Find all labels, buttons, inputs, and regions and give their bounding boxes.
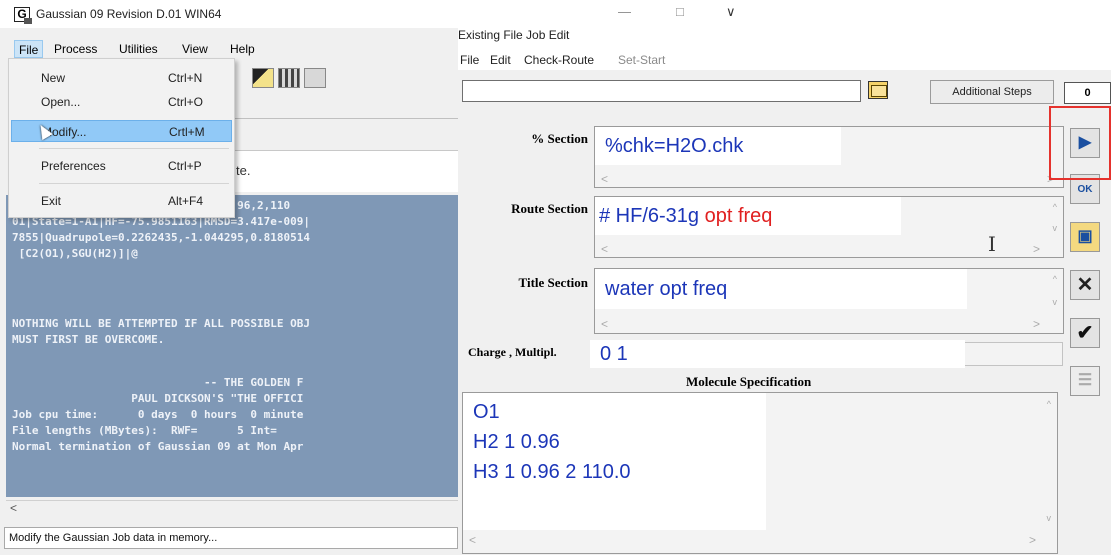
percent-section-box[interactable]: %chk=H2O.chk < > <box>594 126 1064 188</box>
scroll-left-icon[interactable]: < <box>601 172 608 186</box>
scroll-down-icon[interactable]: v <box>1047 513 1052 523</box>
menu-help[interactable]: Help <box>226 40 259 58</box>
route-keywords-text: opt freq <box>704 205 773 227</box>
output-line: File lengths (MBytes): RWF= 5 Int= <box>12 424 277 437</box>
menu-item-label: Exit <box>41 194 62 208</box>
scroll-up-icon[interactable]: ^ <box>1053 202 1057 212</box>
menu-view[interactable]: View <box>178 40 212 58</box>
menu-process[interactable]: Process <box>50 40 101 58</box>
scroll-left-icon[interactable]: < <box>10 501 17 515</box>
scroll-left-icon[interactable]: < <box>469 533 476 547</box>
status-bar: Modify the Gaussian Job data in memory..… <box>4 527 458 549</box>
charge-multiplicity-label: Charge , Multipl. <box>468 345 557 359</box>
route-method-text: # HF/6-31g <box>599 205 705 227</box>
output-log[interactable]: H,1,0.96|H,1,0.96,2,110 01|State=1-A1|HF… <box>6 195 458 497</box>
scroll-right-icon[interactable]: > <box>1033 317 1040 331</box>
menu-item-shortcut: Alt+F4 <box>168 194 204 208</box>
title-section-label: Title Section <box>518 275 588 290</box>
menu-item-label: New <box>41 71 66 85</box>
save-icon[interactable]: ▣ <box>1070 222 1100 252</box>
file-path-input[interactable] <box>462 80 861 102</box>
scroll-up-icon[interactable]: ^ <box>1047 399 1051 409</box>
job-menubar: File Edit Check-Route Set-Start <box>458 50 1111 70</box>
scroll-left-icon[interactable]: < <box>601 242 608 256</box>
menu-item-shortcut: Crtl+M <box>169 125 205 139</box>
toolbar-divider <box>232 118 458 119</box>
menu-item-label: Preferences <box>41 159 106 173</box>
main-toolbar <box>232 68 360 90</box>
molecule-specification-box[interactable]: O1 H2 1 0.96 H3 1 0.96 2 110.0 ^ v < > <box>462 392 1058 554</box>
title-section-value[interactable]: water opt freq <box>605 278 727 301</box>
browse-folder-icon[interactable] <box>868 81 888 99</box>
charge-multiplicity-value: 0 1 <box>600 343 628 365</box>
output-line: Normal termination of Gaussian 09 at Mon… <box>12 440 304 453</box>
menu-item-shortcut: Ctrl+N <box>168 71 203 85</box>
job-menu-check-route[interactable]: Check-Route <box>524 53 594 67</box>
menu-separator <box>39 148 229 149</box>
title-section-box[interactable]: water opt freq ^ v < > <box>594 268 1064 334</box>
job-window-title: Existing File Job Edit <box>458 28 570 42</box>
cancel-icon[interactable]: ✕ <box>1070 270 1100 300</box>
scroll-down-icon[interactable]: v <box>1053 297 1058 307</box>
menu-item-shortcut: Ctrl+P <box>168 159 202 173</box>
output-line: PAUL DICKSON'S "THE OFFICI <box>12 392 304 405</box>
toolbar-disabled-icon[interactable] <box>304 68 326 88</box>
percent-section-value[interactable]: %chk=H2O.chk <box>605 135 743 158</box>
job-menu-set-start[interactable]: Set-Start <box>618 53 665 67</box>
job-edit-window: Existing File Job Edit — □ ∨ File Edit C… <box>458 0 1111 555</box>
main-menubar: File Process Utilities View Help <box>0 38 458 58</box>
menu-item-label: Open... <box>41 95 81 109</box>
charge-multiplicity-input[interactable]: 0 1 <box>590 340 965 368</box>
menu-file[interactable]: File <box>14 40 44 58</box>
scroll-down-icon[interactable]: v <box>1053 223 1058 233</box>
percent-section-label: % Section <box>531 131 588 146</box>
main-window-title: Gaussian 09 Revision D.01 WIN64 <box>36 7 222 21</box>
toolbar-columns-icon[interactable] <box>278 68 300 88</box>
job-top-row: Additional Steps 0 <box>458 70 1111 116</box>
run-button-highlight <box>1049 106 1111 180</box>
check-icon[interactable]: ✔ <box>1070 318 1100 348</box>
job-info-field: te. <box>232 150 458 192</box>
output-line: NOTHING WILL BE ATTEMPTED IF ALL POSSIBL… <box>12 317 311 330</box>
route-section-value[interactable]: # HF/6-31g opt freq <box>599 205 772 228</box>
scroll-right-icon[interactable]: > <box>1033 242 1040 256</box>
chevron-down-icon[interactable]: ∨ <box>726 4 736 20</box>
maximize-icon[interactable]: □ <box>676 4 684 19</box>
file-menu-new[interactable]: New Ctrl+N <box>11 67 232 89</box>
job-menu-file[interactable]: File <box>460 53 479 67</box>
molecule-line[interactable]: H3 1 0.96 2 110.0 <box>473 461 631 484</box>
text-cursor-icon: I <box>988 232 996 256</box>
output-line: MUST FIRST BE OVERCOME. <box>12 333 165 346</box>
menu-item-shortcut: Ctrl+O <box>168 95 204 109</box>
job-info-text: te. <box>236 163 251 178</box>
gaussian-app-icon: G <box>14 7 32 24</box>
main-title-bar: G Gaussian 09 Revision D.01 WIN64 <box>0 0 458 28</box>
step-count-field[interactable]: 0 <box>1064 82 1111 104</box>
scroll-up-icon[interactable]: ^ <box>1053 274 1057 284</box>
route-section-label: Route Section <box>511 201 588 216</box>
molecule-line[interactable]: O1 <box>473 401 500 424</box>
molecule-line[interactable]: H2 1 0.96 <box>473 431 560 454</box>
molecule-specification-label: Molecule Specification <box>686 374 812 389</box>
menu-separator <box>39 183 229 184</box>
scroll-right-icon[interactable]: > <box>1029 533 1036 547</box>
scroll-left-icon[interactable]: < <box>601 317 608 331</box>
charge-field-extension <box>965 342 1063 366</box>
job-title-bar: Existing File Job Edit — □ ∨ <box>458 0 1111 50</box>
output-line: [C2(O1),SGU(H2)]|@ <box>12 247 138 260</box>
menu-utilities[interactable]: Utilities <box>115 40 162 58</box>
additional-steps-button[interactable]: Additional Steps <box>930 80 1054 104</box>
file-menu-open[interactable]: Open... Ctrl+O <box>11 91 232 113</box>
minimize-icon[interactable]: — <box>618 4 631 19</box>
output-line: -- THE GOLDEN F <box>12 376 304 389</box>
job-menu-edit[interactable]: Edit <box>490 53 511 67</box>
output-horizontal-scrollbar[interactable]: < <box>6 500 458 517</box>
output-line: 7855|Quadrupole=0.2262435,-1.044295,0.81… <box>12 231 311 244</box>
toolbar-edit-icon[interactable] <box>252 68 274 88</box>
file-menu-preferences[interactable]: Preferences Ctrl+P <box>11 155 232 177</box>
file-menu-exit[interactable]: Exit Alt+F4 <box>11 190 232 212</box>
list-icon[interactable]: ☰ <box>1070 366 1100 396</box>
output-line: Job cpu time: 0 days 0 hours 0 minute <box>12 408 304 421</box>
